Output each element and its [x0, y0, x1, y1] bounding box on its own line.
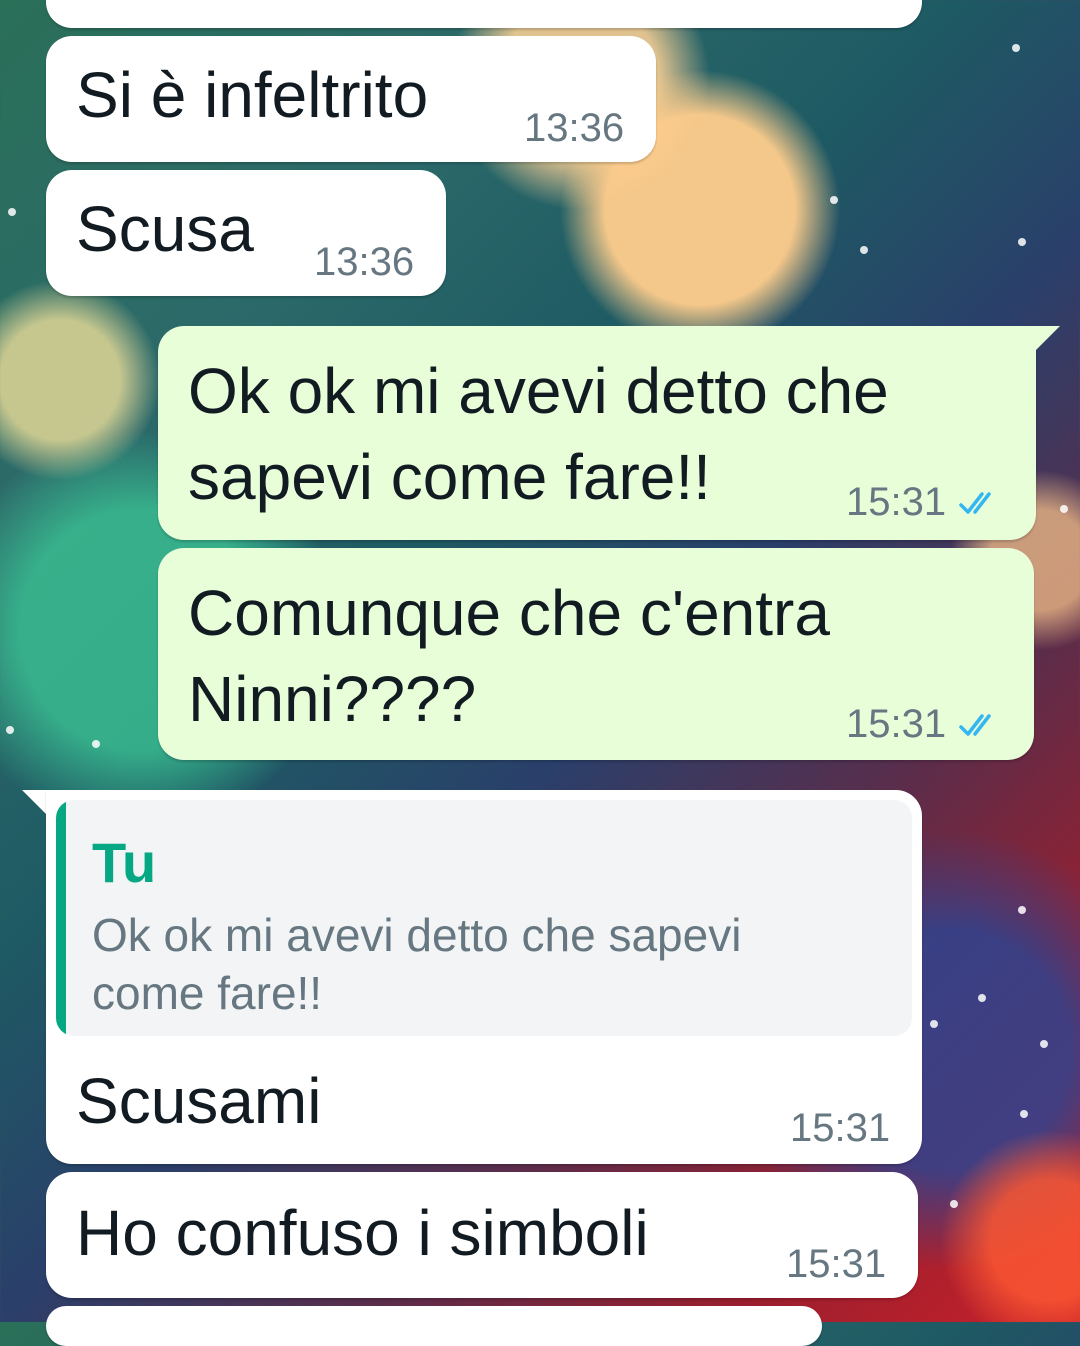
- message-time: 15:31: [846, 702, 1002, 747]
- message-time: 13:36: [524, 106, 625, 150]
- previous-message-bubble[interactable]: [46, 0, 922, 28]
- bubble-tail: [1034, 326, 1060, 352]
- incoming-reply-message[interactable]: Tu Ok ok mi avevi detto che sapevi come …: [46, 790, 922, 1164]
- incoming-message[interactable]: Si è infeltrito 13:36: [46, 36, 656, 162]
- incoming-message[interactable]: Scusa 13:36: [46, 170, 446, 296]
- quote-accent-bar: [56, 800, 66, 1036]
- bubble-tail: [22, 790, 48, 816]
- message-text: Ho confuso i simboli: [76, 1197, 649, 1269]
- outgoing-message[interactable]: Ok ok mi avevi detto che sapevi come far…: [158, 326, 1036, 540]
- double-check-icon: [959, 713, 991, 736]
- quote-author: Tu: [92, 831, 157, 894]
- message-time: 15:31: [846, 480, 1002, 525]
- incoming-message[interactable]: Ho confuso i simboli 15:31: [46, 1172, 918, 1298]
- message-text: Ok ok mi avevi detto che sapevi come far…: [188, 355, 889, 513]
- message-text: Comunque che c'entra Ninni????: [188, 577, 830, 735]
- next-message-bubble[interactable]: [46, 1306, 822, 1346]
- quote-text: Ok ok mi avevi detto che sapevi come far…: [92, 909, 742, 1019]
- message-text: Si è infeltrito: [76, 59, 429, 131]
- outgoing-message[interactable]: Comunque che c'entra Ninni???? 15:31: [158, 548, 1034, 760]
- quoted-message[interactable]: Tu Ok ok mi avevi detto che sapevi come …: [56, 800, 912, 1036]
- message-time: 15:31: [786, 1242, 887, 1286]
- message-text: Scusami: [76, 1065, 322, 1137]
- message-time: 15:31: [790, 1106, 891, 1150]
- message-text: Scusa: [76, 193, 254, 265]
- double-check-icon: [959, 491, 991, 514]
- message-time: 13:36: [314, 240, 415, 284]
